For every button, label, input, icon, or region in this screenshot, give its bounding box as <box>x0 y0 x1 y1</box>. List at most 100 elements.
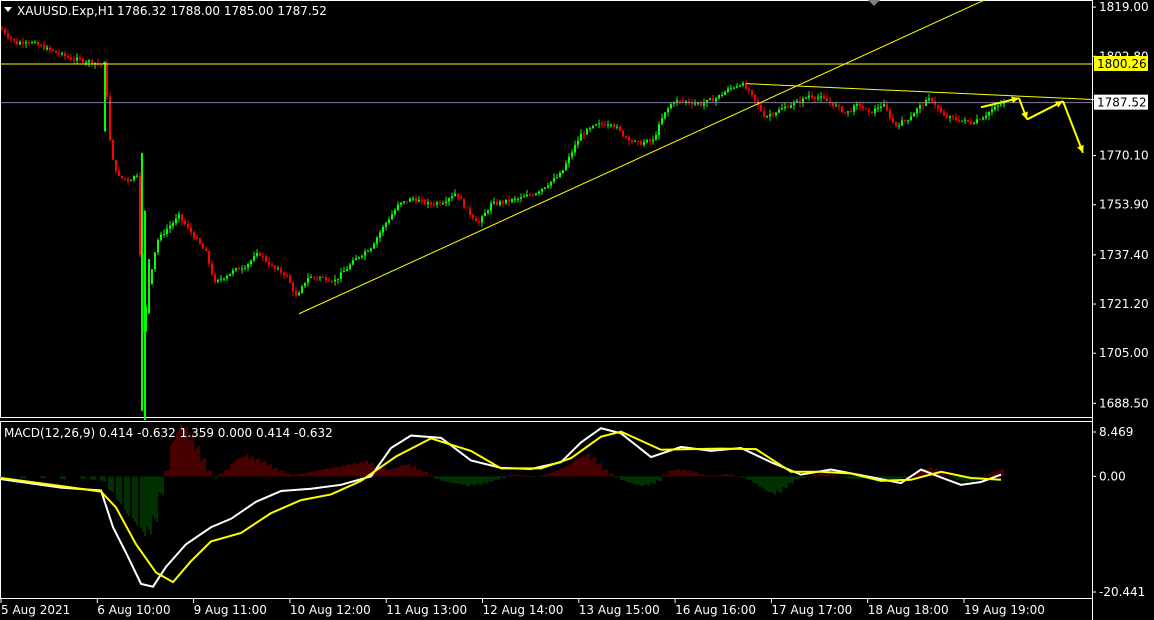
candle-body <box>901 120 903 126</box>
candle-body <box>418 199 420 202</box>
candle-body <box>160 234 162 240</box>
candle-body <box>871 111 873 114</box>
candle-body <box>199 238 201 244</box>
macd-tick-label: 8.469 <box>1099 425 1133 439</box>
candle-body <box>877 108 879 110</box>
candle-body <box>985 115 987 118</box>
candle-body <box>79 57 81 60</box>
time-tick-label: 10 Aug 12:00 <box>290 603 371 617</box>
candle-body <box>562 170 564 174</box>
candle-body <box>25 42 27 44</box>
candle-body <box>454 193 456 197</box>
candle-body <box>118 170 120 176</box>
candle-body <box>811 95 813 98</box>
candle-body <box>343 270 345 273</box>
candle-body <box>379 232 381 238</box>
candle-body <box>376 237 378 244</box>
candle-body <box>865 108 867 110</box>
candle-body <box>895 121 897 126</box>
candle-body <box>946 115 948 118</box>
candle-body <box>58 52 60 55</box>
candle-body <box>778 109 780 113</box>
candle-body <box>10 37 12 39</box>
candle-body <box>721 94 723 96</box>
candle-body <box>841 106 843 113</box>
candle-body <box>61 53 63 55</box>
price-tick-label: 1737.40 <box>1099 248 1149 262</box>
level-price-tag-text: 1800.26 <box>1097 57 1147 71</box>
candle-body <box>106 62 108 97</box>
candle-body <box>133 175 135 181</box>
candle-body <box>178 214 180 219</box>
candle-body <box>73 59 75 61</box>
candle-body <box>694 103 696 105</box>
candle-body <box>157 239 159 253</box>
candle-body <box>319 277 321 279</box>
candle-body <box>187 224 189 228</box>
current-price-tag-text: 1787.52 <box>1097 96 1147 110</box>
candle-body <box>700 103 702 106</box>
candle-body <box>964 119 966 121</box>
candle-body <box>640 141 642 145</box>
candle-body <box>7 33 9 38</box>
price-tick-label: 1770.10 <box>1099 149 1149 163</box>
candle-body <box>616 126 618 128</box>
candle-body <box>247 263 249 268</box>
candle-body <box>622 130 624 137</box>
candle-body <box>949 116 951 118</box>
candle-body <box>712 98 714 102</box>
candle-body <box>280 268 282 273</box>
candle-body <box>433 204 435 206</box>
candle-body <box>775 112 777 116</box>
candle-body <box>913 113 915 117</box>
time-tick-label: 13 Aug 15:00 <box>579 603 660 617</box>
candle-body <box>127 178 129 181</box>
candle-body <box>322 277 324 279</box>
candle-body <box>547 185 549 188</box>
candle-body <box>685 100 687 102</box>
candle-body <box>121 175 123 179</box>
candle-body <box>232 270 234 274</box>
candle-body <box>586 128 588 135</box>
candle-body <box>301 286 303 293</box>
candle-body <box>940 108 942 113</box>
candle-body <box>130 180 132 182</box>
time-tick-label: 17 Aug 17:00 <box>771 603 852 617</box>
candle-body <box>211 263 213 275</box>
candle-body <box>517 198 519 200</box>
chart-canvas[interactable]: 1819.001802.801770.101753.901737.401721.… <box>0 0 1154 620</box>
candle-body <box>922 105 924 107</box>
candle-body <box>28 42 30 44</box>
candle-body <box>850 111 852 113</box>
candle-body <box>661 118 663 125</box>
candle-body <box>958 119 960 122</box>
candle-body <box>787 106 789 108</box>
macd-tick-label: -20.441 <box>1099 585 1145 599</box>
candle-body <box>994 106 996 110</box>
candle-body <box>910 116 912 121</box>
ohlc-label: 1786.32 1788.00 1785.00 1787.52 <box>117 4 327 18</box>
candle-body <box>205 248 207 252</box>
candle-body <box>268 261 270 266</box>
macd-label: MACD(12,26,9) 0.414 -0.632 1.359 0.000 0… <box>4 426 333 440</box>
candle-body <box>361 255 363 258</box>
candle-body <box>427 202 429 205</box>
candle-body <box>196 238 198 240</box>
candle-body <box>892 118 894 122</box>
candle-body <box>22 42 24 44</box>
candle-body <box>202 243 204 249</box>
candle-body <box>937 105 939 109</box>
price-tick-label: 1753.90 <box>1099 198 1149 212</box>
time-tick-label: 5 Aug 2021 <box>1 603 70 617</box>
candle-body <box>667 108 669 113</box>
candle-body <box>442 203 444 205</box>
candle-body <box>274 265 276 269</box>
candle-body <box>511 199 513 202</box>
candle-body <box>466 207 468 209</box>
candle-body <box>226 275 228 279</box>
candle-body <box>4 29 6 34</box>
candle-body <box>520 197 522 199</box>
candle-body <box>298 292 300 296</box>
candle-body <box>604 124 606 126</box>
candle-body <box>697 103 699 105</box>
